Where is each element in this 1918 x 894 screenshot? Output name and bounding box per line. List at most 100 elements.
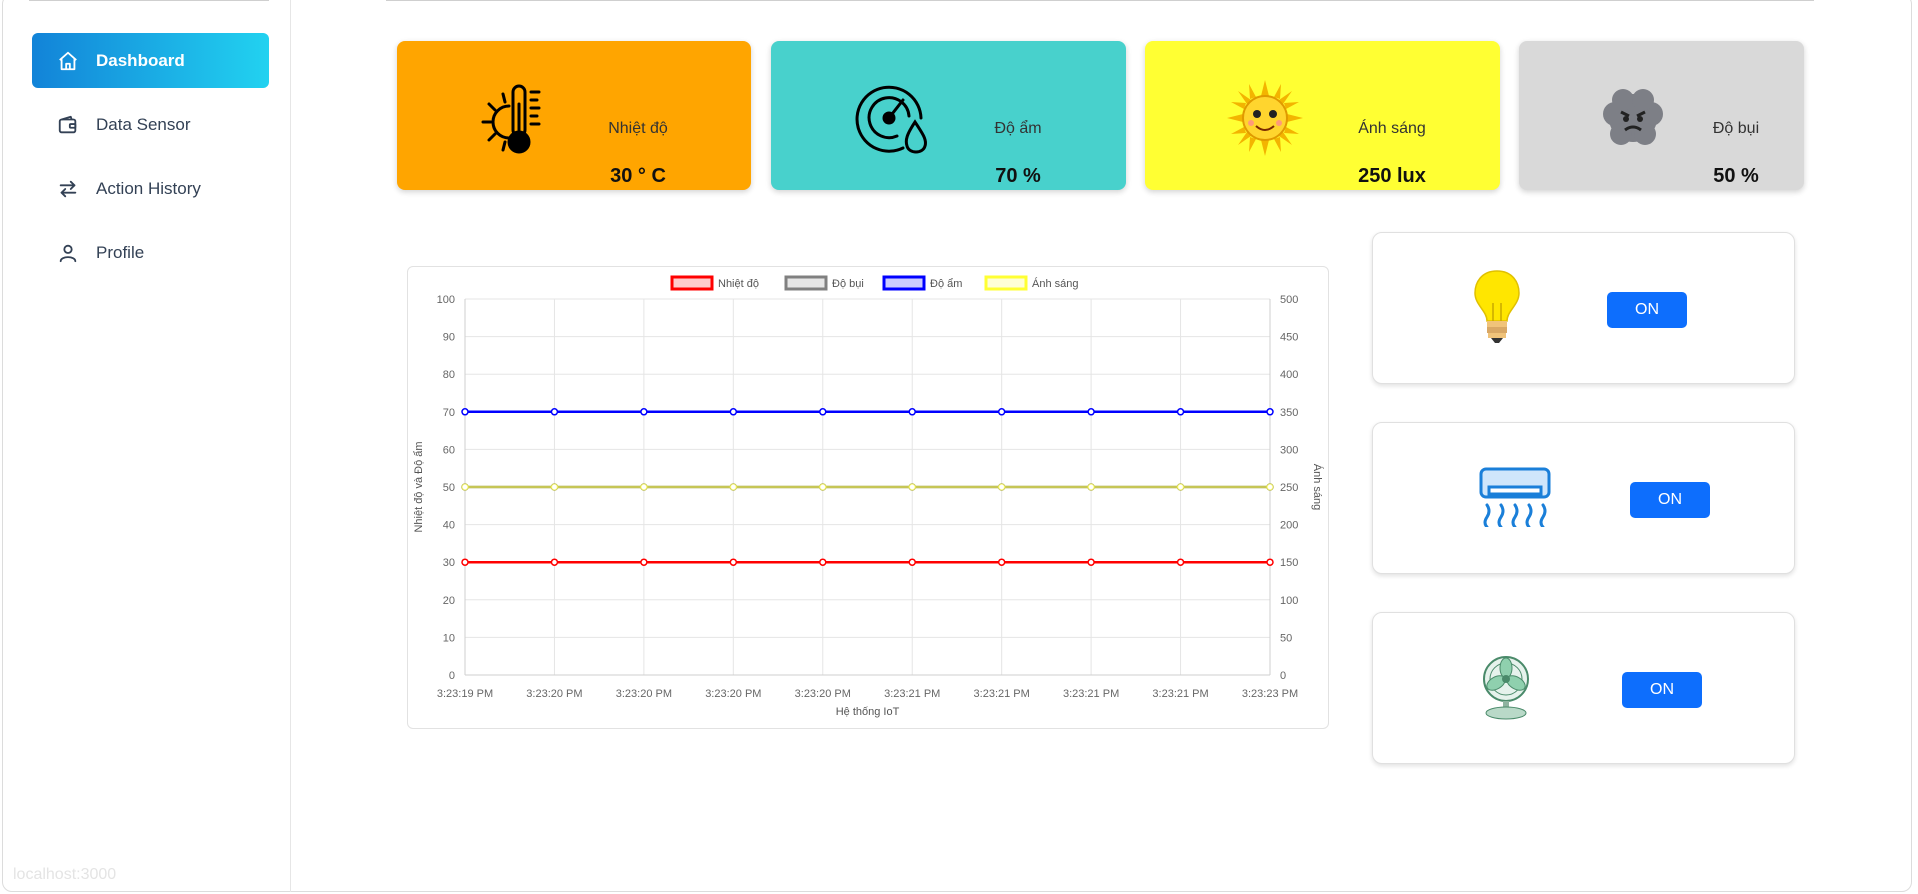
- data-point: [1087, 408, 1095, 416]
- y-left-tick-label: 60: [443, 444, 455, 456]
- y-left-tick-label: 30: [443, 557, 455, 569]
- y-left-tick-label: 90: [443, 332, 455, 344]
- data-point: [461, 408, 469, 416]
- air-conditioner-toggle-button[interactable]: ON: [1630, 482, 1710, 518]
- light-toggle-button[interactable]: ON: [1607, 292, 1687, 328]
- data-point: [1266, 408, 1274, 416]
- light-bulb-icon: [1467, 267, 1527, 347]
- header-divider: [386, 0, 1814, 1]
- x-tick-label: 3:23:19 PM: [437, 688, 493, 700]
- sidebar-item-label: Action History: [96, 178, 201, 198]
- y-left-tick-label: 40: [443, 520, 455, 532]
- y-left-tick-label: 20: [443, 595, 455, 607]
- sidebar-item-profile[interactable]: Profile: [32, 225, 269, 280]
- y-right-tick-label: 100: [1280, 595, 1298, 607]
- card-value: 30 ° C: [610, 165, 666, 187]
- y-right-tick-label: 450: [1280, 332, 1298, 344]
- fan-icon: [1481, 655, 1531, 721]
- sensor-chart-panel: 0 10 20 30 40 50 60 70 80 90 100 0 50 100 150 200 250 300…: [407, 266, 1329, 729]
- device-card-light: ON: [1372, 232, 1795, 384]
- data-point: [640, 408, 648, 416]
- legend-swatch: [882, 275, 926, 291]
- data-point: [550, 558, 559, 566]
- data-point: [819, 558, 827, 566]
- card-label: Nhiệt độ: [608, 120, 668, 137]
- data-point: [819, 408, 827, 416]
- home-icon: [56, 49, 80, 73]
- x-tick-label: 3:23:21 PM: [974, 688, 1030, 700]
- data-point: [461, 483, 469, 491]
- dust-cloud-icon: [1593, 78, 1673, 158]
- air-conditioner-icon: [1477, 467, 1553, 529]
- y-left-tick-label: 0: [449, 670, 455, 682]
- x-tick-label: 3:23:20 PM: [526, 688, 582, 700]
- x-axis-title: Hệ thống IoT: [836, 706, 900, 718]
- wallet-icon: [56, 113, 80, 137]
- sidebar-item-label: Data Sensor: [96, 114, 191, 134]
- data-point: [908, 483, 916, 491]
- data-point: [640, 483, 648, 491]
- data-point: [729, 483, 738, 491]
- data-point: [1266, 483, 1274, 491]
- x-tick-label: 3:23:20 PM: [705, 688, 761, 700]
- y-right-tick-label: 250: [1280, 482, 1298, 494]
- data-point: [1176, 408, 1185, 416]
- card-dust: Độ bụi 50 %: [1519, 41, 1804, 190]
- y-right-axis-title: Ánh sáng: [1311, 464, 1324, 510]
- user-icon: [56, 241, 80, 265]
- x-tick-label: 3:23:23 PM: [1242, 688, 1298, 700]
- data-point: [1266, 558, 1274, 566]
- data-point: [1176, 483, 1185, 491]
- data-point: [550, 483, 559, 491]
- card-temperature: Nhiệt độ 30 ° C: [397, 41, 751, 190]
- thermometer-sun-icon: [473, 78, 553, 158]
- data-point: [729, 408, 738, 416]
- sidebar-item-label: Profile: [96, 242, 145, 262]
- y-right-tick-label: 150: [1280, 557, 1298, 569]
- data-point: [729, 558, 738, 566]
- sidebar-item-action-history[interactable]: Action History: [32, 161, 269, 216]
- y-left-tick-label: 70: [443, 407, 455, 419]
- sidebar-item-dashboard[interactable]: Dashboard: [32, 33, 269, 88]
- fan-toggle-button[interactable]: ON: [1622, 672, 1702, 708]
- x-tick-label: 3:23:20 PM: [616, 688, 672, 700]
- legend-swatch: [784, 275, 828, 291]
- device-card-fan: ON: [1372, 612, 1795, 764]
- sidebar-item-data-sensor[interactable]: Data Sensor: [32, 97, 269, 152]
- card-humidity: Độ ẩm 70 %: [771, 41, 1126, 190]
- data-point: [461, 558, 469, 566]
- data-point: [997, 558, 1006, 566]
- smiling-sun-icon: [1225, 78, 1305, 158]
- data-point: [640, 558, 648, 566]
- legend-label: Ánh sáng: [1032, 277, 1078, 290]
- status-url: localhost:3000: [13, 866, 117, 883]
- y-right-tick-label: 500: [1280, 294, 1298, 306]
- card-value: 70 %: [995, 165, 1041, 187]
- sidebar-item-label: Dashboard: [96, 50, 185, 70]
- humidity-gauge-icon: [851, 78, 931, 158]
- sensor-line-chart: 0 10 20 30 40 50 60 70 80 90 100 0 50 100 150 200 250 300…: [413, 275, 1324, 718]
- x-tick-label: 3:23:20 PM: [795, 688, 851, 700]
- data-point: [819, 483, 827, 491]
- card-light: Ánh sáng 250 lux: [1145, 41, 1500, 190]
- data-point: [1176, 558, 1185, 566]
- data-point: [1087, 558, 1095, 566]
- sidebar: Dashboard Data Sensor Action History Pro…: [3, 0, 291, 892]
- y-right-tick-label: 50: [1280, 632, 1292, 644]
- y-left-tick-label: 50: [443, 482, 455, 494]
- y-left-axis-title: Nhiệt độ và Độ ẩm: [413, 441, 425, 532]
- legend-label: Nhiệt độ: [718, 278, 759, 290]
- card-label: Độ ẩm: [994, 120, 1042, 137]
- legend-swatch: [670, 275, 714, 291]
- x-tick-label: 3:23:21 PM: [884, 688, 940, 700]
- x-tick-label: 3:23:21 PM: [1152, 688, 1208, 700]
- y-right-tick-label: 0: [1280, 670, 1286, 682]
- card-label: Ánh sáng: [1358, 120, 1426, 137]
- data-point: [997, 483, 1006, 491]
- data-point: [908, 558, 916, 566]
- y-right-tick-label: 400: [1280, 369, 1298, 381]
- legend-label: Độ ẩm: [930, 278, 962, 290]
- y-left-tick-label: 10: [443, 632, 455, 644]
- card-label: Độ bụi: [1712, 120, 1760, 137]
- data-point: [997, 408, 1006, 416]
